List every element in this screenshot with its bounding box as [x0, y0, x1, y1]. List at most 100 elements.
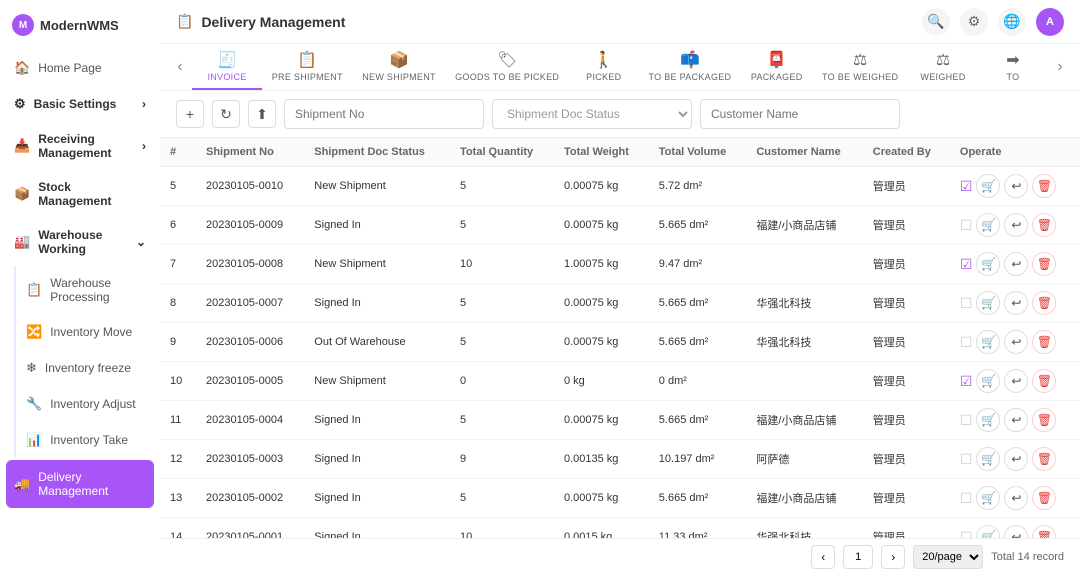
- pick-button[interactable]: 🛒: [976, 525, 1000, 538]
- return-button[interactable]: ↩: [1004, 369, 1028, 393]
- tab-to-be-weighed-label: TO BE WEIGHED: [822, 72, 898, 82]
- shipment-doc-status-select[interactable]: Shipment Doc Status New Shipment Signed …: [492, 99, 692, 129]
- delete-button[interactable]: 🗑: [1032, 252, 1056, 276]
- app-name: ModernWMS: [40, 18, 119, 33]
- return-button[interactable]: ↩: [1004, 486, 1028, 510]
- row-checkbox[interactable]: ☑: [960, 178, 973, 195]
- pick-button[interactable]: 🛒: [976, 291, 1000, 315]
- tab-invoice-label: INVOICE: [207, 72, 246, 82]
- page-number-input[interactable]: [843, 545, 873, 569]
- tab-to-be-weighed[interactable]: ⚖ TO BE WEIGHED: [812, 44, 908, 90]
- return-button[interactable]: ↩: [1004, 330, 1028, 354]
- sidebar-item-inventory-take[interactable]: 📊 Inventory Take: [16, 422, 160, 458]
- pick-button[interactable]: 🛒: [976, 408, 1000, 432]
- row-checkbox[interactable]: ☐: [960, 490, 973, 507]
- return-button[interactable]: ↩: [1004, 408, 1028, 432]
- page-header: 📋 Delivery Management 🔍 ⚙ 🌐 A: [160, 0, 1080, 44]
- tab-goods-to-be-picked[interactable]: 🏷 GOODS TO BE PICKED: [446, 44, 569, 90]
- delete-button[interactable]: 🗑: [1032, 291, 1056, 315]
- data-table-container: # Shipment No Shipment Doc Status Total …: [160, 138, 1080, 538]
- sidebar-item-receiving[interactable]: 📥 Receiving Management ›: [0, 122, 160, 170]
- row-checkbox[interactable]: ☐: [960, 412, 973, 429]
- cell-operate: ☐ 🛒 ↩ 🗑: [950, 206, 1080, 245]
- cell-shipment-no: 20230105-0004: [196, 401, 304, 440]
- sidebar-item-home[interactable]: 🏠 Home Page: [0, 50, 160, 86]
- sidebar-item-delivery[interactable]: 🚚 Delivery Management: [6, 460, 154, 508]
- return-button[interactable]: ↩: [1004, 291, 1028, 315]
- pick-button[interactable]: 🛒: [976, 447, 1000, 471]
- tab-new-shipment[interactable]: 📦 NEW SHIPMENT: [353, 44, 446, 90]
- tab-scroll-left[interactable]: ‹: [168, 54, 192, 80]
- pick-button[interactable]: 🛒: [976, 330, 1000, 354]
- row-checkbox[interactable]: ☑: [960, 373, 973, 390]
- delete-button[interactable]: 🗑: [1032, 369, 1056, 393]
- tab-scroll-right[interactable]: ›: [1048, 54, 1072, 80]
- prev-page-button[interactable]: ‹: [811, 545, 835, 569]
- tab-to[interactable]: ➡ TO: [978, 44, 1048, 90]
- tab-pre-shipment[interactable]: 📋 PRE SHIPMENT: [262, 44, 353, 90]
- pick-button[interactable]: 🛒: [976, 174, 1000, 198]
- tabs-list: 🧾 INVOICE 📋 PRE SHIPMENT 📦 NEW SHIPMENT …: [192, 44, 1048, 90]
- return-button[interactable]: ↩: [1004, 252, 1028, 276]
- language-button[interactable]: 🌐: [998, 8, 1026, 36]
- export-button[interactable]: ⬆: [248, 100, 276, 128]
- row-checkbox[interactable]: ☐: [960, 334, 973, 351]
- cell-created-by: 管理员: [863, 167, 950, 206]
- sidebar-item-inventory-adjust[interactable]: 🔧 Inventory Adjust: [16, 386, 160, 422]
- delete-button[interactable]: 🗑: [1032, 408, 1056, 432]
- pick-button[interactable]: 🛒: [976, 213, 1000, 237]
- github-icon-button[interactable]: ⚙: [960, 8, 988, 36]
- next-page-button[interactable]: ›: [881, 545, 905, 569]
- delete-button[interactable]: 🗑: [1032, 525, 1056, 538]
- invoice-tab-icon: 🧾: [217, 50, 237, 70]
- sidebar-item-warehouse-working[interactable]: 🏭 Warehouse Working ⌄: [0, 218, 160, 266]
- new-shipment-tab-icon: 📦: [389, 50, 409, 70]
- picked-tab-icon: 🚶: [594, 50, 614, 70]
- row-checkbox[interactable]: ☐: [960, 295, 973, 312]
- customer-name-input[interactable]: [700, 99, 900, 129]
- add-button[interactable]: +: [176, 100, 204, 128]
- sidebar-item-stock[interactable]: 📦 Stock Management: [0, 170, 160, 218]
- tab-to-be-packaged[interactable]: 📫 TO BE PACKAGED: [639, 44, 741, 90]
- tab-weighed[interactable]: ⚖ WEIGHED: [908, 44, 978, 90]
- cell-customer: 福建/小商品店铺: [746, 206, 862, 245]
- cell-total-weight: 0.0015 kg: [554, 518, 649, 539]
- pick-button[interactable]: 🛒: [976, 252, 1000, 276]
- return-button[interactable]: ↩: [1004, 174, 1028, 198]
- delete-button[interactable]: 🗑: [1032, 174, 1056, 198]
- cell-id: 13: [160, 479, 196, 518]
- cell-created-by: 管理员: [863, 206, 950, 245]
- shipment-no-input[interactable]: [284, 99, 484, 129]
- sidebar-item-warehouse-processing[interactable]: 📋 Warehouse Processing: [16, 266, 160, 314]
- cell-shipment-no: 20230105-0002: [196, 479, 304, 518]
- operate-buttons: ☐ 🛒 ↩ 🗑: [960, 330, 1070, 354]
- sidebar-item-inventory-move[interactable]: 🔀 Inventory Move: [16, 314, 160, 350]
- page-size-select[interactable]: 20/page: [913, 545, 983, 569]
- return-button[interactable]: ↩: [1004, 447, 1028, 471]
- pick-button[interactable]: 🛒: [976, 369, 1000, 393]
- delete-button[interactable]: 🗑: [1032, 330, 1056, 354]
- return-button[interactable]: ↩: [1004, 525, 1028, 538]
- sidebar-item-basic-settings[interactable]: ⚙ Basic Settings ›: [0, 86, 160, 122]
- return-button[interactable]: ↩: [1004, 213, 1028, 237]
- row-checkbox[interactable]: ☑: [960, 256, 973, 273]
- delete-button[interactable]: 🗑: [1032, 213, 1056, 237]
- cell-created-by: 管理员: [863, 479, 950, 518]
- tab-packaged[interactable]: 📮 PACKAGED: [741, 44, 812, 90]
- cell-id: 9: [160, 323, 196, 362]
- delete-button[interactable]: 🗑: [1032, 486, 1056, 510]
- row-checkbox[interactable]: ☐: [960, 451, 973, 468]
- tab-invoice[interactable]: 🧾 INVOICE: [192, 44, 262, 90]
- pick-button[interactable]: 🛒: [976, 486, 1000, 510]
- search-global-button[interactable]: 🔍: [922, 8, 950, 36]
- delete-button[interactable]: 🗑: [1032, 447, 1056, 471]
- cell-customer: [746, 245, 862, 284]
- sidebar-item-inventory-freeze[interactable]: ❄ Inventory freeze: [16, 350, 160, 386]
- refresh-button[interactable]: ↻: [212, 100, 240, 128]
- receiving-icon: 📥: [14, 138, 30, 154]
- user-avatar[interactable]: A: [1036, 8, 1064, 36]
- row-checkbox[interactable]: ☐: [960, 529, 973, 539]
- tab-picked[interactable]: 🚶 PICKED: [569, 44, 639, 90]
- row-checkbox[interactable]: ☐: [960, 217, 973, 234]
- cell-operate: ☑ 🛒 ↩ 🗑: [950, 245, 1080, 284]
